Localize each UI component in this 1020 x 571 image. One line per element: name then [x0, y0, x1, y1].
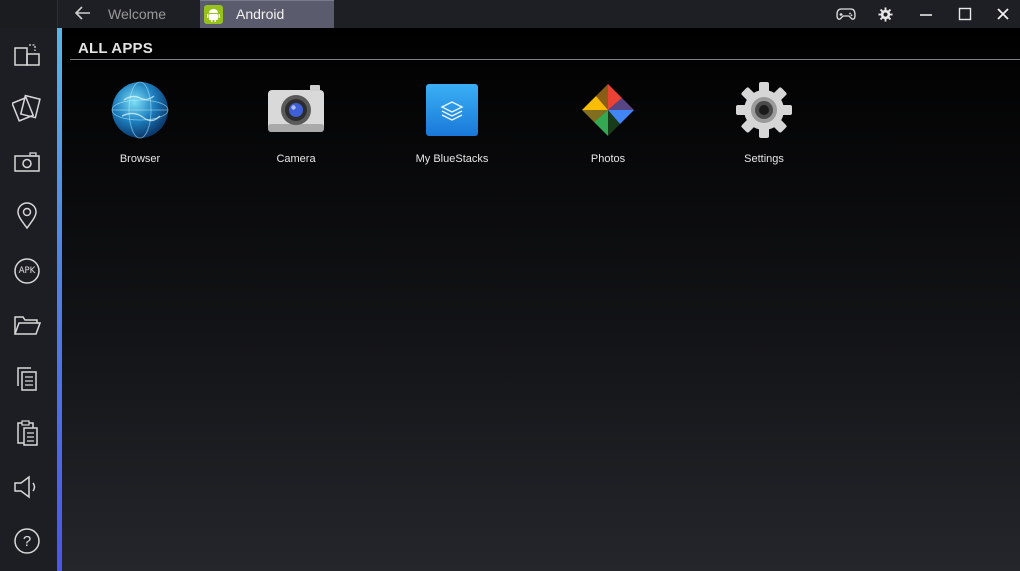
divider	[70, 59, 1020, 60]
app-label: My BlueStacks	[415, 153, 489, 165]
help-label: ?	[22, 532, 32, 550]
app-label: Photos	[590, 153, 626, 165]
sidebar: APK ?	[0, 28, 57, 571]
title-bar: Welcome Android	[0, 0, 1020, 28]
rotate-screen-icon[interactable]	[11, 39, 43, 71]
android-icon	[204, 5, 223, 24]
globe-icon	[110, 80, 170, 140]
volume-icon[interactable]	[11, 471, 43, 503]
settings-gear-icon	[734, 80, 794, 140]
folder-icon[interactable]	[11, 309, 43, 341]
app-settings[interactable]: Settings	[704, 80, 824, 165]
app-photos[interactable]: Photos	[548, 80, 668, 165]
window-corner	[0, 0, 58, 28]
app-label: Settings	[744, 153, 784, 165]
minimize-icon[interactable]	[915, 4, 937, 24]
camera-icon[interactable]	[11, 146, 43, 178]
app-label: Browser	[119, 153, 161, 165]
app-browser[interactable]: Browser	[80, 80, 200, 165]
tab-android[interactable]: Android	[200, 0, 334, 28]
camera-app-icon	[266, 80, 326, 140]
shake-icon[interactable]	[11, 92, 43, 124]
help-icon[interactable]: ?	[11, 525, 43, 557]
tab-welcome-label: Welcome	[108, 6, 167, 22]
pinwheel-icon	[578, 80, 638, 140]
close-icon[interactable]	[992, 4, 1014, 24]
maximize-icon[interactable]	[954, 4, 976, 24]
app-drawer: ALL APPS Browser Camera My BlueStacks Ph…	[62, 28, 1020, 571]
app-camera[interactable]: Camera	[236, 80, 356, 165]
paste-icon[interactable]	[11, 417, 43, 449]
gamepad-icon[interactable]	[835, 4, 857, 24]
tab-welcome[interactable]: Welcome	[108, 0, 166, 28]
apk-label: APK	[18, 266, 36, 276]
location-pin-icon[interactable]	[11, 200, 43, 232]
page-title: ALL APPS	[78, 40, 153, 57]
copy-icon[interactable]	[11, 363, 43, 395]
bluestacks-icon	[422, 80, 482, 140]
back-arrow-icon[interactable]	[73, 4, 93, 24]
app-label: Camera	[276, 153, 316, 165]
gear-icon[interactable]	[874, 4, 896, 24]
app-my-bluestacks[interactable]: My BlueStacks	[392, 80, 512, 165]
tab-android-label: Android	[236, 6, 285, 22]
apk-icon[interactable]: APK	[11, 255, 43, 287]
